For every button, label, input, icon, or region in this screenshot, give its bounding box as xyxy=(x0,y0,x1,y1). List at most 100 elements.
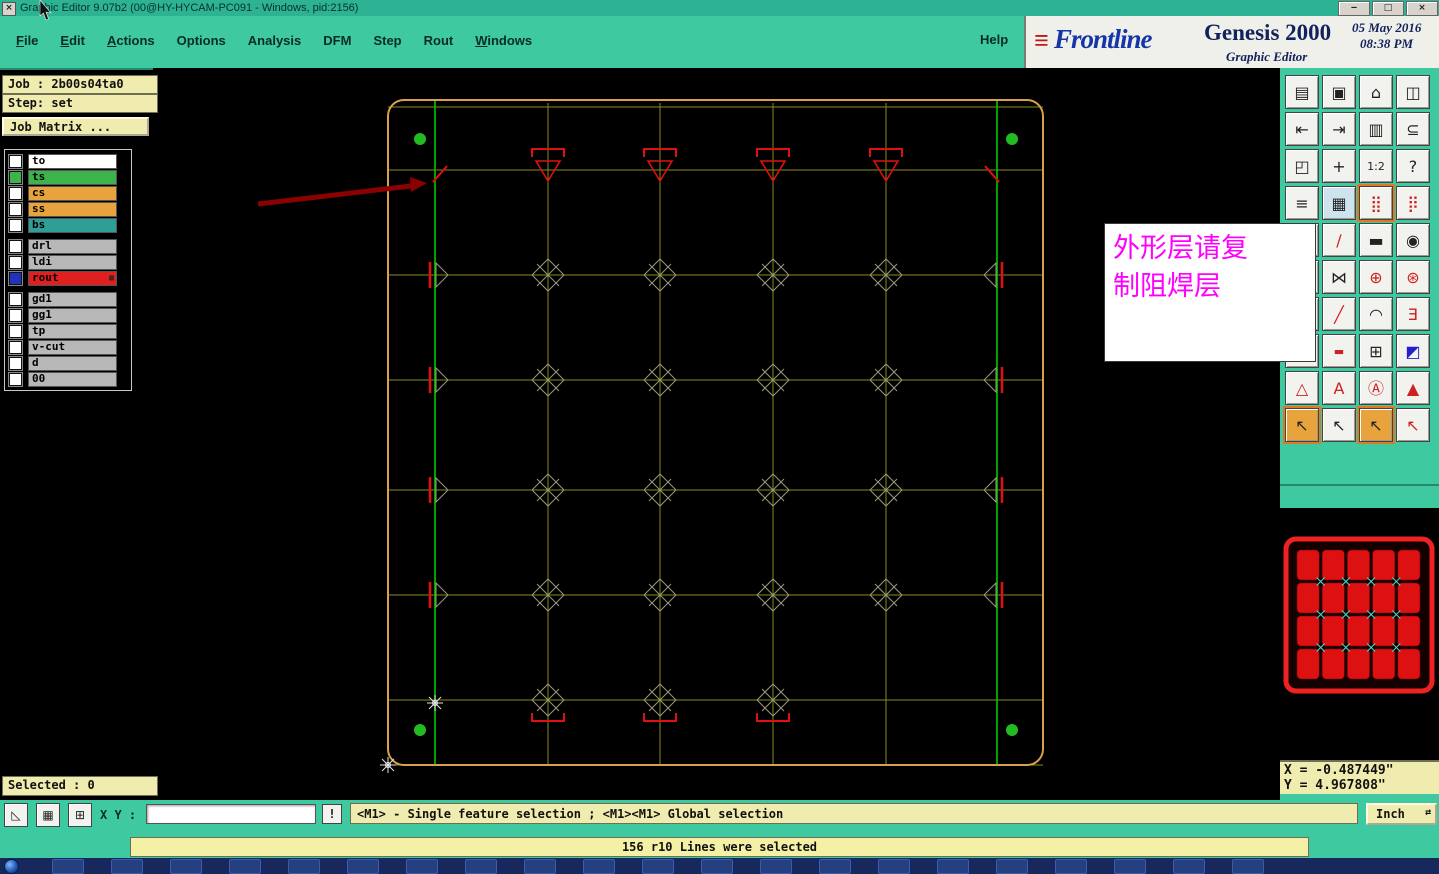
flatten-icon[interactable]: Ǝ xyxy=(1396,297,1430,331)
editor-canvas[interactable] xyxy=(153,68,1280,800)
taskbar-app-button[interactable] xyxy=(524,859,556,874)
layer-row-cs[interactable]: cs xyxy=(7,185,129,201)
minimize-button[interactable]: ‒ xyxy=(1338,1,1370,16)
taskbar-app-button[interactable] xyxy=(701,859,733,874)
menu-actions[interactable]: Actions xyxy=(107,33,155,48)
copy-feature-icon[interactable]: ⊛ xyxy=(1396,260,1430,294)
menu-file[interactable]: File xyxy=(16,33,38,48)
dash-icon[interactable]: ▬ xyxy=(1322,334,1356,368)
close-button[interactable]: × xyxy=(1406,1,1438,16)
select-tool-button[interactable]: ↖ xyxy=(1283,406,1321,444)
taskbar-app-button[interactable] xyxy=(1173,859,1205,874)
taskbar-app-button[interactable] xyxy=(819,859,851,874)
snap-mode-icon[interactable]: ◺ xyxy=(4,803,28,827)
help-icon[interactable]: ? xyxy=(1396,149,1430,183)
layer-row-ldi[interactable]: ldi xyxy=(7,254,129,270)
start-button[interactable] xyxy=(4,859,19,874)
layer-row-rout[interactable]: rout ▦ xyxy=(7,270,129,286)
taskbar-app-button[interactable] xyxy=(111,859,143,874)
break-icon[interactable]: ⋈ xyxy=(1322,260,1356,294)
grid-toggle-icon[interactable]: ▦ xyxy=(1322,186,1356,220)
layer-checkbox[interactable] xyxy=(8,201,23,217)
origin-icon[interactable]: ⊞ xyxy=(68,803,92,827)
panel-overview-thumbnail[interactable] xyxy=(1283,536,1435,699)
layer-checkbox[interactable] xyxy=(8,371,23,387)
menu-step[interactable]: Step xyxy=(373,33,401,48)
snap-modes-icon[interactable]: ⊆ xyxy=(1396,112,1430,146)
layer-checkbox[interactable] xyxy=(8,169,23,185)
select-single-button[interactable]: ↖ xyxy=(1322,408,1356,442)
layer-row-ts[interactable]: ts xyxy=(7,169,129,185)
transform-icon[interactable]: ⊞ xyxy=(1359,334,1393,368)
measure-icon[interactable]: ▬ xyxy=(1359,223,1393,257)
menu-edit[interactable]: Edit xyxy=(60,33,85,48)
menu-options[interactable]: Options xyxy=(177,33,226,48)
select-net-button[interactable]: ↖ xyxy=(1396,408,1430,442)
layer-checkbox[interactable] xyxy=(8,291,23,307)
step-enter-icon[interactable]: ⇥ xyxy=(1322,112,1356,146)
select-window-button[interactable]: ↖ xyxy=(1357,406,1395,444)
alert-button[interactable]: ! xyxy=(322,804,342,824)
menu-help[interactable]: Help xyxy=(980,32,1008,47)
layer-row-d[interactable]: d xyxy=(7,355,129,371)
layer-checkbox[interactable] xyxy=(8,217,23,233)
taskbar-app-button[interactable] xyxy=(288,859,320,874)
step-exit-icon[interactable]: ⇤ xyxy=(1285,112,1319,146)
layer-row-v-cut[interactable]: v-cut xyxy=(7,339,129,355)
taskbar-app-button[interactable] xyxy=(878,859,910,874)
menu-dfm[interactable]: DFM xyxy=(323,33,351,48)
units-button[interactable]: ⇄ Inch xyxy=(1366,803,1437,825)
tile-windows-icon[interactable]: ◫ xyxy=(1396,75,1430,109)
menu-windows[interactable]: Windows xyxy=(475,33,532,48)
move-feature-icon[interactable]: ⊕ xyxy=(1359,260,1393,294)
screen-icon[interactable]: ▣ xyxy=(1322,75,1356,109)
xy-input[interactable] xyxy=(146,804,316,824)
layer-row-drl[interactable]: drl xyxy=(7,238,129,254)
grid-snap-icon[interactable]: ▦ xyxy=(36,803,60,827)
zoom-window-icon[interactable]: ◰ xyxy=(1285,149,1319,183)
layer-checkbox[interactable] xyxy=(8,307,23,323)
layer-checkbox[interactable] xyxy=(8,185,23,201)
taskbar-app-button[interactable] xyxy=(583,859,615,874)
home-icon[interactable]: ⌂ xyxy=(1359,75,1393,109)
job-matrix-button[interactable]: Job Matrix ... xyxy=(2,117,149,136)
layer-checkbox[interactable] xyxy=(8,355,23,371)
taskbar-app-button[interactable] xyxy=(642,859,674,874)
shape-lib-icon[interactable]: ◩ xyxy=(1396,334,1430,368)
taskbar-app-button[interactable] xyxy=(1114,859,1146,874)
layer-row-00[interactable]: 00 xyxy=(7,371,129,387)
layer-order-icon[interactable]: ⡿ xyxy=(1396,186,1430,220)
layer-checkbox[interactable] xyxy=(8,153,23,169)
pad-icon[interactable]: ◉ xyxy=(1396,223,1430,257)
taskbar-app-button[interactable] xyxy=(170,859,202,874)
layer-row-tp[interactable]: tp xyxy=(7,323,129,339)
taskbar-app-button[interactable] xyxy=(406,859,438,874)
layer-checkbox[interactable] xyxy=(8,270,23,286)
layer-checkbox[interactable] xyxy=(8,323,23,339)
taskbar-app-button[interactable] xyxy=(937,859,969,874)
layer-row-to[interactable]: to xyxy=(7,153,129,169)
taskbar-app-button[interactable] xyxy=(996,859,1028,874)
layer-checkbox[interactable] xyxy=(8,339,23,355)
taskbar-app-button[interactable] xyxy=(760,859,792,874)
windows-stack-icon[interactable]: ▥ xyxy=(1359,112,1393,146)
taskbar-app-button[interactable] xyxy=(465,859,497,874)
taskbar-app-button[interactable] xyxy=(1055,859,1087,874)
layer-checkbox[interactable] xyxy=(8,238,23,254)
maximize-button[interactable]: □ xyxy=(1372,1,1404,16)
layer-display-icon[interactable]: ⣿ xyxy=(1357,184,1395,222)
taskbar-app-button[interactable] xyxy=(1232,859,1264,874)
layer-row-gd1[interactable]: gd1 xyxy=(7,291,129,307)
triangle-drop-icon[interactable]: ▲ xyxy=(1396,371,1430,405)
taskbar-app-button[interactable] xyxy=(347,859,379,874)
layer-row-bs[interactable]: bs xyxy=(7,217,129,233)
arc-tool-icon[interactable]: ◠ xyxy=(1359,297,1393,331)
layer-row-gg1[interactable]: gg1 xyxy=(7,307,129,323)
triangle-tool-icon[interactable]: △ xyxy=(1285,371,1319,405)
sketch-icon[interactable]: ∕ xyxy=(1322,223,1356,257)
menu-analysis[interactable]: Analysis xyxy=(248,33,301,48)
taskbar-app-button[interactable] xyxy=(229,859,261,874)
pan-center-icon[interactable]: + xyxy=(1322,149,1356,183)
menu-rout[interactable]: Rout xyxy=(424,33,454,48)
text-move-icon[interactable]: A xyxy=(1322,371,1356,405)
